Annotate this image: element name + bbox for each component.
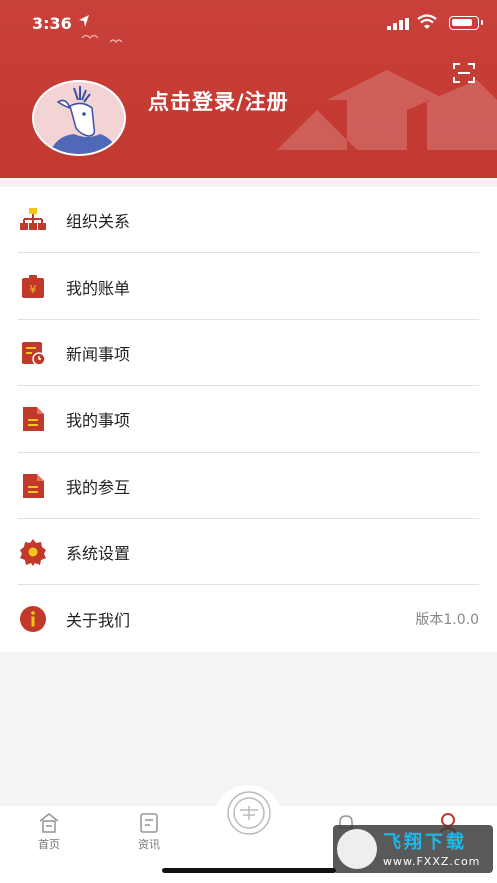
download-site-watermark: 飞翔下载 www.FXXZ.com — [333, 825, 493, 873]
menu-item-label: 我的事项 — [66, 411, 131, 431]
login-register-link[interactable]: 点击登录/注册 — [148, 86, 289, 116]
tab-label: 资讯 — [138, 838, 160, 851]
bill-icon: ¥ — [22, 274, 44, 298]
menu-item-my-matters[interactable]: 我的事项 — [0, 386, 497, 453]
watermark-url: www.FXXZ.com — [383, 855, 481, 868]
document-icon — [23, 407, 44, 432]
info-icon — [20, 605, 46, 632]
tab-label: 首页 — [38, 838, 60, 851]
menu-item-label: 系统设置 — [66, 544, 131, 564]
menu-item-label: 我的账单 — [66, 278, 131, 298]
tab-news[interactable]: 资讯 — [119, 806, 179, 852]
version-text: 版本1.0.0 — [415, 611, 479, 628]
menu-item-my-participation[interactable]: 我的参互 — [0, 453, 497, 519]
news-icon — [140, 813, 158, 833]
gear-icon — [20, 539, 46, 567]
settings-menu: 组织关系 ¥ 我的账单 新闻事项 我的事项 我的参互 系统设置 关于我们 版本1… — [0, 187, 497, 652]
menu-item-news[interactable]: 新闻事项 — [0, 320, 497, 387]
status-bar: 3:36 — [0, 0, 497, 46]
menu-item-org-relations[interactable]: 组织关系 — [0, 187, 497, 254]
avatar[interactable] — [32, 80, 126, 156]
org-chart-icon — [20, 208, 46, 231]
deer-avatar-icon — [49, 86, 119, 154]
menu-item-label: 新闻事项 — [66, 344, 131, 364]
watermark-logo-icon — [337, 829, 377, 869]
service-icon[interactable] — [226, 790, 272, 836]
location-arrow-icon — [79, 15, 89, 27]
cellular-signal-icon — [387, 18, 409, 30]
menu-item-label: 我的参互 — [66, 477, 131, 497]
home-indicator — [162, 868, 336, 873]
home-icon — [39, 812, 59, 833]
tab-home[interactable]: 首页 — [19, 806, 79, 852]
profile-header: 3:36 点击登录/注册 — [0, 0, 497, 178]
scan-icon[interactable] — [453, 62, 475, 84]
menu-item-my-bill[interactable]: ¥ 我的账单 — [0, 253, 497, 320]
menu-item-label: 组织关系 — [66, 212, 131, 232]
menu-item-about-us[interactable]: 关于我们 版本1.0.0 — [0, 585, 497, 651]
watermark-title: 飞翔下载 — [383, 832, 467, 853]
battery-icon — [449, 16, 483, 30]
document-icon — [23, 473, 44, 498]
svg-text:¥: ¥ — [30, 283, 37, 296]
menu-item-system-settings[interactable]: 系统设置 — [0, 519, 497, 586]
menu-item-label: 关于我们 — [66, 610, 131, 630]
status-time: 3:36 — [32, 14, 72, 33]
temple-silhouette-decoration — [277, 70, 497, 150]
news-icon — [22, 341, 46, 366]
wifi-icon — [417, 14, 437, 29]
